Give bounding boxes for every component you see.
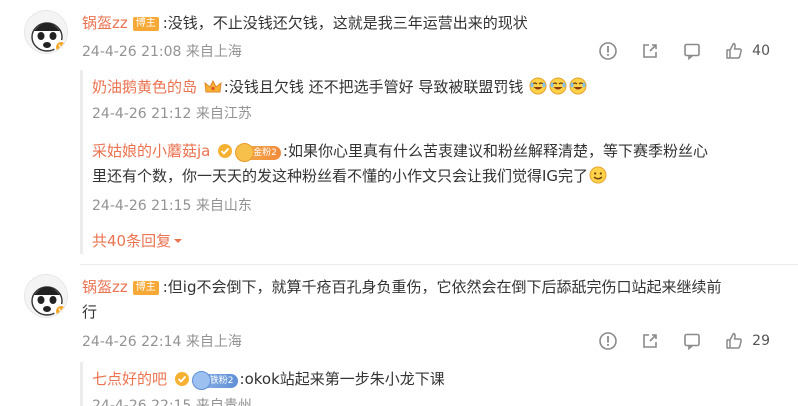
comment-text: :但ig不会倒下，就算千疮百孔身负重伤，它依然会在倒下后舔舐完伤口站起来继续前	[162, 278, 722, 296]
share-icon[interactable]	[640, 331, 660, 351]
comment-icon[interactable]	[682, 41, 702, 61]
like-icon[interactable]	[724, 41, 744, 61]
reply-text: 里还有个数，你一天天的发这种粉丝看不懂的小作文只会让我们觉得IG完了	[92, 167, 589, 185]
like-icon[interactable]	[724, 331, 744, 351]
host-badge: 博主	[132, 281, 159, 295]
fan-badge: 金粉2	[235, 143, 281, 162]
reply-text: :okok站起来第一步朱小龙下课	[239, 370, 445, 388]
like-count: 29	[752, 333, 770, 349]
reply-text: :如果你心里真有什么苦衷建议和粉丝解释清楚，等下赛季粉丝心	[282, 142, 708, 160]
verified-icon: v	[54, 304, 67, 317]
share-icon[interactable]	[640, 41, 660, 61]
smile-emoji	[589, 166, 607, 184]
reply-time: 24-4-26 22:15 来自贵州	[92, 398, 252, 406]
reply-text: :没钱且欠钱 还不把选手管好 导致被联盟罚钱	[223, 78, 524, 96]
reply-divider	[80, 70, 83, 254]
comment-line-continued: 行	[82, 301, 97, 323]
reply-line-continued: 里还有个数，你一天天的发这种粉丝看不懂的小作文只会让我们觉得IG完了	[92, 165, 608, 187]
reply-line: 采姑娘的小蘑菇ja 金粉2:如果你心里真有什么苦衷建议和粉丝解释清楚，等下赛季粉…	[92, 140, 708, 162]
comment-actions: 40	[576, 41, 770, 61]
report-icon[interactable]	[598, 41, 618, 61]
username-link[interactable]: 七点好的吧	[92, 370, 167, 388]
host-badge: 博主	[132, 17, 159, 31]
fan-badge: 铁粉2	[191, 371, 238, 390]
report-icon[interactable]	[598, 331, 618, 351]
comment-line: 锅盔zz 博主:但ig不会倒下，就算千疮百孔身负重伤，它依然会在倒下后舔舐完伤口站…	[82, 276, 722, 298]
comment-icon[interactable]	[682, 331, 702, 351]
comment-text: :没钱，不止没钱还欠钱，这就是我三年运营出来的现状	[162, 14, 528, 32]
username-link[interactable]: 奶油鹅黄色的岛	[92, 78, 197, 96]
reply-divider	[80, 362, 83, 406]
comment-line: 锅盔zz 博主:没钱，不止没钱还欠钱，这就是我三年运营出来的现状	[82, 12, 528, 34]
caret-down-icon	[174, 239, 183, 243]
crown-icon	[204, 79, 222, 93]
comment-text: 行	[82, 303, 98, 321]
verified-icon	[174, 372, 189, 386]
reply-line: 奶油鹅黄色的岛 :没钱且欠钱 还不把选手管好 导致被联盟罚钱	[92, 76, 588, 98]
reply-time: 24-4-26 21:15 来自山东	[92, 198, 252, 214]
comment-divider	[80, 264, 798, 265]
more-replies-link[interactable]: 共40条回复	[92, 230, 183, 252]
avatar[interactable]: v	[24, 274, 68, 318]
username-link[interactable]: 采姑娘的小蘑菇ja	[92, 142, 210, 160]
comment-actions: 29	[576, 331, 770, 351]
comment-time: 24-4-26 22:14 来自上海	[82, 334, 242, 350]
laughing-emoji	[569, 77, 587, 95]
reply-line: 七点好的吧 铁粉2:okok站起来第一步朱小龙下课	[92, 368, 445, 390]
laughing-emoji	[529, 77, 547, 95]
verified-icon: v	[54, 40, 67, 53]
comment-time: 24-4-26 21:08 来自上海	[82, 44, 242, 60]
reply-time: 24-4-26 21:12 来自江苏	[92, 106, 252, 122]
avatar[interactable]: v	[24, 10, 68, 54]
like-count: 40	[752, 43, 770, 59]
laughing-emoji	[549, 77, 567, 95]
username-link[interactable]: 锅盔zz	[82, 278, 128, 296]
username-link[interactable]: 锅盔zz	[82, 14, 128, 32]
verified-icon	[218, 144, 233, 158]
